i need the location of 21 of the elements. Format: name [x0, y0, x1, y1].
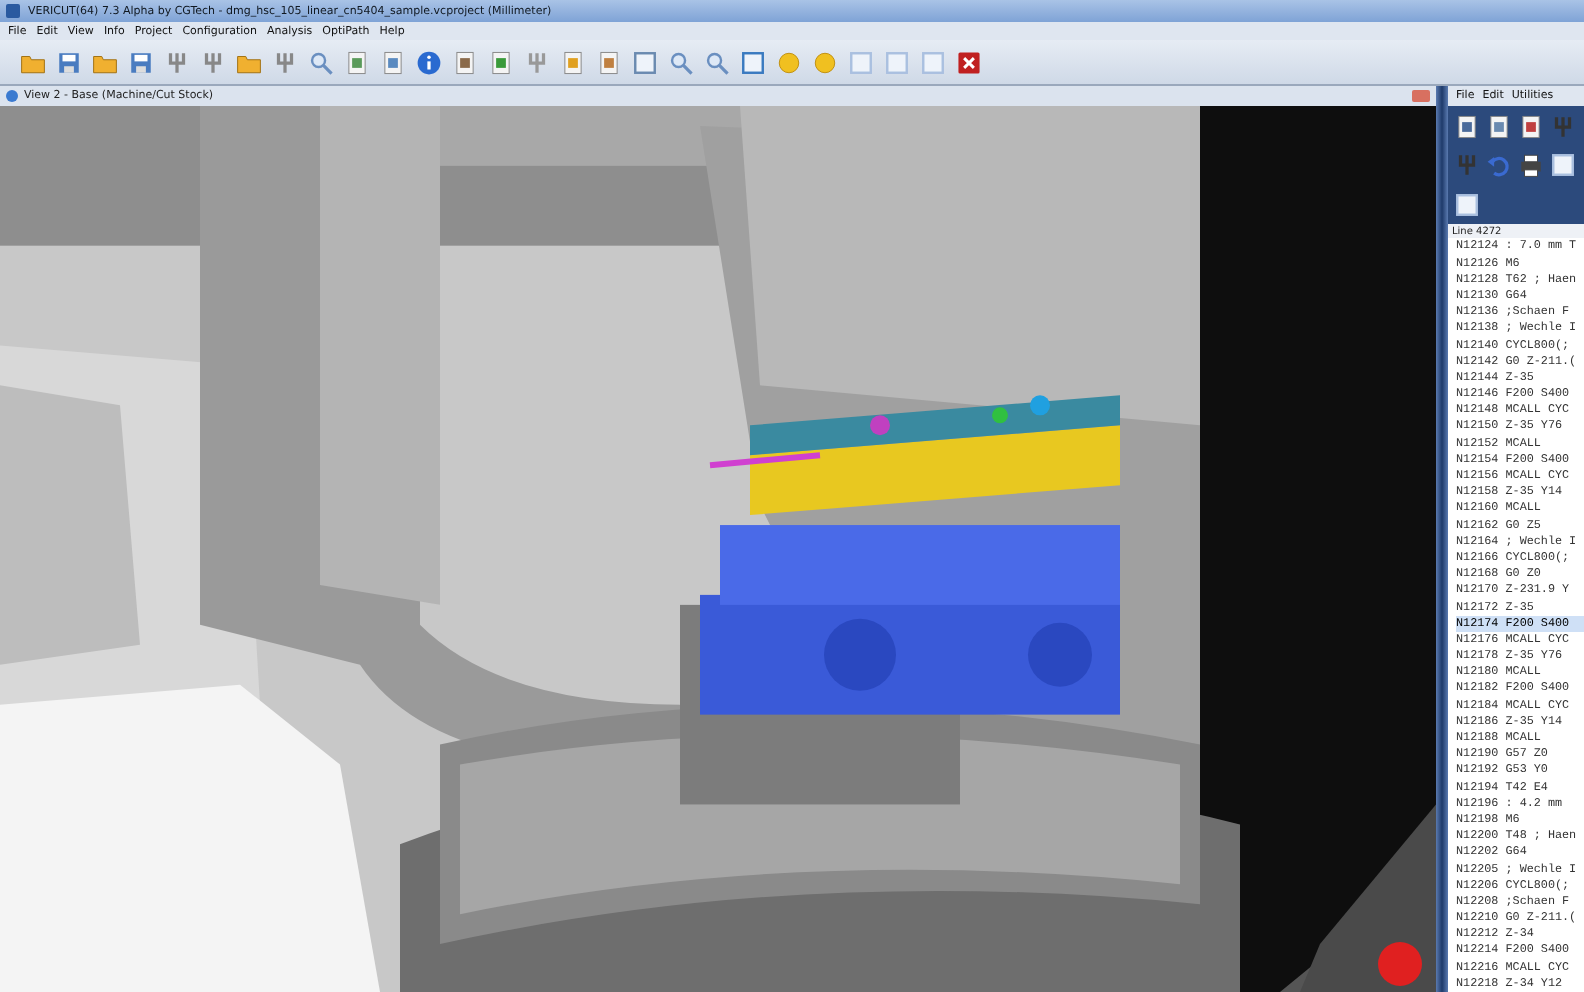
app-icon	[6, 4, 20, 18]
sphere-icon[interactable]	[812, 49, 838, 75]
document-icon[interactable]	[1454, 113, 1480, 140]
zoom-icon[interactable]	[668, 49, 694, 75]
window-icon[interactable]	[1550, 152, 1576, 179]
printer-icon[interactable]	[1518, 152, 1544, 179]
close-icon[interactable]	[956, 49, 982, 75]
view-icon	[6, 90, 18, 102]
tool-icon[interactable]	[272, 49, 298, 75]
window-icon[interactable]	[1454, 191, 1480, 218]
document-icon[interactable]	[452, 49, 478, 75]
zoom-icon[interactable]	[704, 49, 730, 75]
zoom-icon[interactable]	[308, 49, 334, 75]
tool-icon[interactable]	[524, 49, 550, 75]
window-icon[interactable]	[740, 49, 766, 75]
document-icon[interactable]	[1486, 113, 1512, 140]
info-icon[interactable]	[416, 49, 442, 75]
sphere-icon[interactable]	[776, 49, 802, 75]
tool-icon[interactable]	[164, 49, 190, 75]
tool-icon[interactable]	[200, 49, 226, 75]
document-icon[interactable]	[1518, 113, 1544, 140]
